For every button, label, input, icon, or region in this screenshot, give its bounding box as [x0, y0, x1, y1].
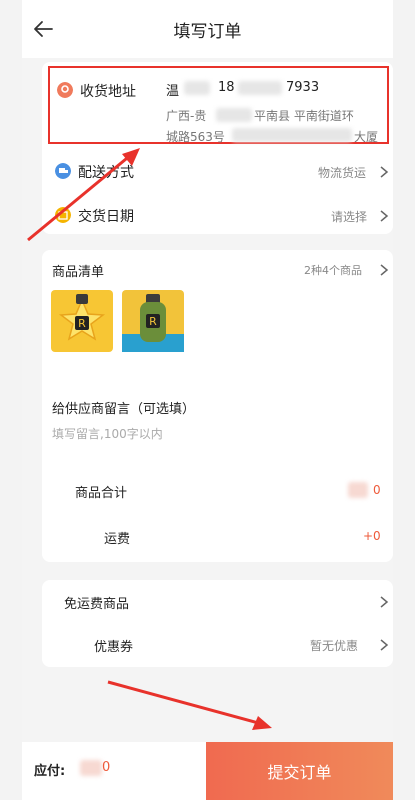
delivery-date-row[interactable]: 交货日期 请选择 — [42, 202, 393, 230]
delivery-value: 物流货运 — [318, 166, 367, 180]
message-input[interactable]: 填写留言,100字以内 — [52, 425, 163, 442]
shipping-value: +0 — [363, 529, 381, 543]
address-line-2b: 大厦 — [354, 130, 379, 144]
location-pin-icon — [57, 82, 73, 98]
order-page: 填写订单 收货地址 温 18 7933 广西-贵 平南县 平南街道环 城路563… — [22, 0, 393, 800]
coupon-value: 暂无优惠 — [310, 639, 359, 653]
calendar-icon — [55, 207, 71, 223]
recipient-name: 温 — [166, 84, 180, 99]
address-label: 收货地址 — [80, 84, 136, 100]
chevron-right-icon — [380, 166, 389, 178]
goods-card: 商品清单 2种4个商品 R R 给供应商留言（可选填） 填写留言,100字以内 … — [42, 250, 393, 562]
address-section[interactable]: 收货地址 温 18 7933 广西-贵 平南县 平南街道环 城路563号 大厦 — [48, 66, 389, 144]
product-thumbnail-1[interactable]: R — [51, 290, 113, 352]
top-bar: 填写订单 — [22, 0, 393, 58]
annotation-arrow-down — [107, 680, 272, 730]
address-mask-2 — [232, 128, 352, 142]
coupon-row[interactable]: 优惠券 暂无优惠 — [42, 635, 393, 655]
delivery-truck-icon — [55, 163, 71, 179]
phone-suffix: 7933 — [286, 80, 320, 95]
address-card: 收货地址 温 18 7933 广西-贵 平南县 平南街道环 城路563号 大厦 … — [42, 62, 393, 234]
free-shipping-row[interactable]: 免运费商品 — [42, 592, 393, 612]
phone-prefix: 18 — [218, 80, 235, 95]
address-line-2a: 城路563号 — [166, 130, 225, 144]
pay-amount-mask — [80, 760, 102, 776]
message-title: 给供应商留言（可选填） — [52, 402, 196, 417]
chevron-right-icon — [380, 264, 389, 276]
phone-mask — [238, 81, 282, 95]
bottom-bar: 应付: 0 提交订单 — [22, 742, 393, 800]
coupon-label: 优惠券 — [94, 640, 134, 655]
pay-label: 应付: — [34, 764, 66, 779]
page-title: 填写订单 — [173, 21, 242, 42]
goods-title: 商品清单 — [52, 265, 105, 280]
date-label: 交货日期 — [78, 209, 134, 225]
bottle-star-icon: R — [58, 294, 106, 341]
date-value: 请选择 — [331, 210, 368, 224]
product-thumbnail-2[interactable]: R — [122, 290, 184, 352]
chevron-right-icon — [380, 210, 389, 222]
free-shipping-label: 免运费商品 — [64, 597, 130, 612]
submit-order-button[interactable]: 提交订单 — [206, 742, 393, 800]
fee-card: 免运费商品 优惠券 暂无优惠 — [42, 580, 393, 667]
shipping-label: 运费 — [104, 532, 131, 547]
delivery-row[interactable]: 配送方式 物流货运 — [42, 158, 393, 186]
goods-total-value: 0 — [373, 483, 381, 497]
goods-list-header[interactable]: 商品清单 2种4个商品 — [42, 260, 393, 280]
pay-amount: 0 — [102, 760, 111, 775]
back-arrow-icon[interactable] — [32, 18, 54, 40]
address-line-1a: 广西-贵 — [166, 109, 207, 123]
goods-total-label: 商品合计 — [75, 486, 128, 501]
goods-summary: 2种4个商品 — [304, 264, 362, 277]
name-mask — [184, 81, 210, 95]
product-logo-letter: R — [149, 315, 157, 328]
address-mask-1 — [216, 108, 252, 122]
goods-total-mask — [348, 482, 368, 498]
address-line-1b: 平南县 平南街道环 — [254, 109, 354, 123]
delivery-label: 配送方式 — [78, 165, 134, 181]
chevron-right-icon — [380, 596, 389, 608]
bottle-green-icon: R — [122, 294, 184, 352]
chevron-right-icon — [380, 639, 389, 651]
product-logo-letter: R — [78, 317, 86, 330]
